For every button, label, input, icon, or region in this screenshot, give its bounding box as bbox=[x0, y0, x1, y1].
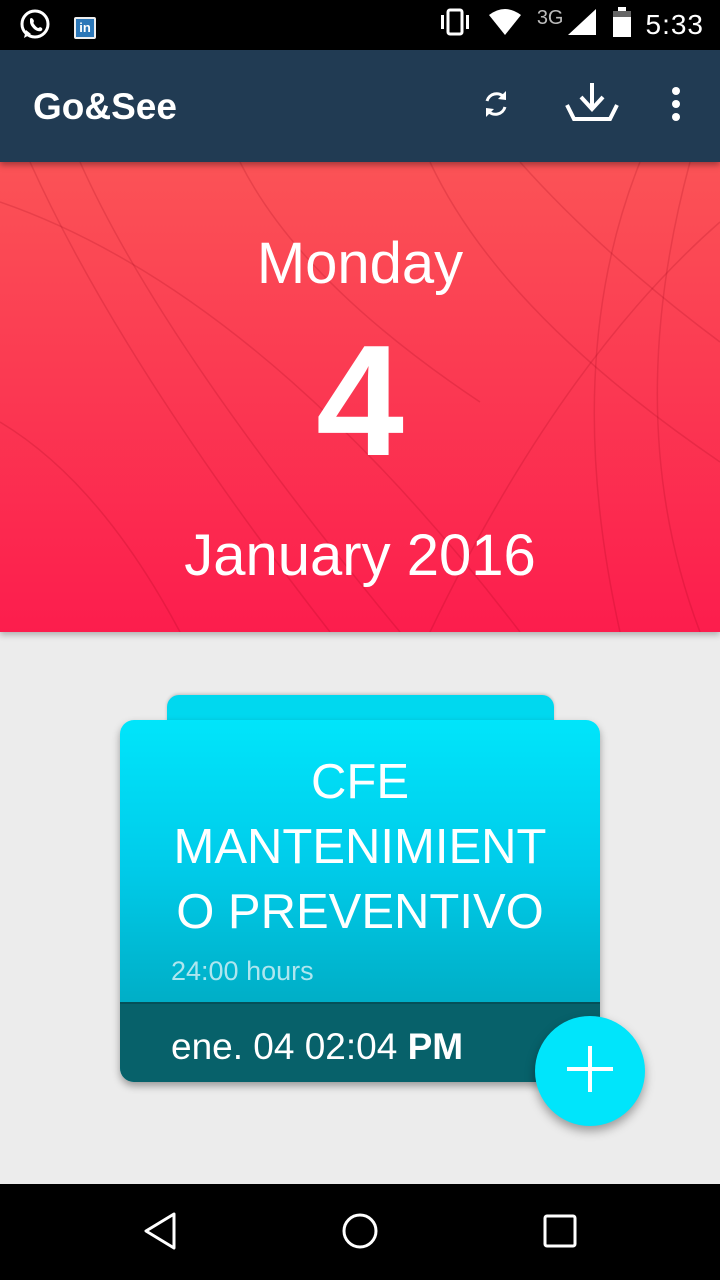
network-type-label: 3G bbox=[536, 7, 564, 29]
event-footer: ene. 04 02:04 PM bbox=[120, 1002, 600, 1082]
back-icon bbox=[142, 1211, 178, 1256]
clock-time: 5:33 bbox=[645, 8, 704, 40]
wifi-icon bbox=[487, 7, 523, 42]
whatsapp-icon bbox=[18, 8, 52, 47]
date-header: Monday 4 January 2016 bbox=[0, 162, 720, 632]
plus-icon bbox=[564, 1043, 616, 1100]
event-card[interactable]: CFE MANTENIMIENT O PREVENTIVO 24:00 hour… bbox=[120, 720, 600, 1082]
download-button[interactable] bbox=[562, 76, 622, 136]
event-title-line: MANTENIMIENT bbox=[173, 820, 547, 874]
recents-icon bbox=[542, 1213, 578, 1254]
weekday-label: Monday bbox=[256, 231, 464, 296]
event-datetime: ene. 04 02:04 PM bbox=[171, 1026, 463, 1068]
add-event-button[interactable] bbox=[535, 1016, 645, 1126]
linkedin-icon: in bbox=[74, 16, 96, 39]
day-number: 4 bbox=[316, 313, 404, 489]
recents-button[interactable] bbox=[535, 1208, 585, 1258]
event-duration: 24:00 hours bbox=[171, 956, 314, 986]
app-title: Go&See bbox=[33, 86, 177, 127]
navigation-bar bbox=[0, 1184, 720, 1280]
home-button[interactable] bbox=[335, 1208, 385, 1258]
overflow-menu-icon bbox=[670, 86, 682, 127]
sync-button[interactable] bbox=[466, 76, 526, 136]
month-year-label: January 2016 bbox=[184, 523, 536, 588]
event-date-text: ene. 04 02:04 bbox=[171, 1026, 398, 1067]
event-title-line: CFE bbox=[311, 755, 409, 809]
event-title: CFE MANTENIMIENT O PREVENTIVO bbox=[120, 750, 600, 945]
event-ampm: PM bbox=[407, 1026, 464, 1067]
back-button[interactable] bbox=[135, 1208, 185, 1258]
vibrate-icon bbox=[437, 7, 473, 42]
overflow-menu-button[interactable] bbox=[646, 76, 706, 136]
signal-icon bbox=[566, 7, 598, 42]
app-bar: Go&See bbox=[0, 50, 720, 162]
sync-icon bbox=[479, 87, 513, 126]
battery-icon bbox=[612, 6, 632, 43]
status-bar: in 3G 5:33 bbox=[0, 0, 720, 50]
event-title-line: O PREVENTIVO bbox=[176, 885, 544, 939]
download-icon bbox=[564, 81, 620, 132]
home-icon bbox=[340, 1211, 380, 1256]
